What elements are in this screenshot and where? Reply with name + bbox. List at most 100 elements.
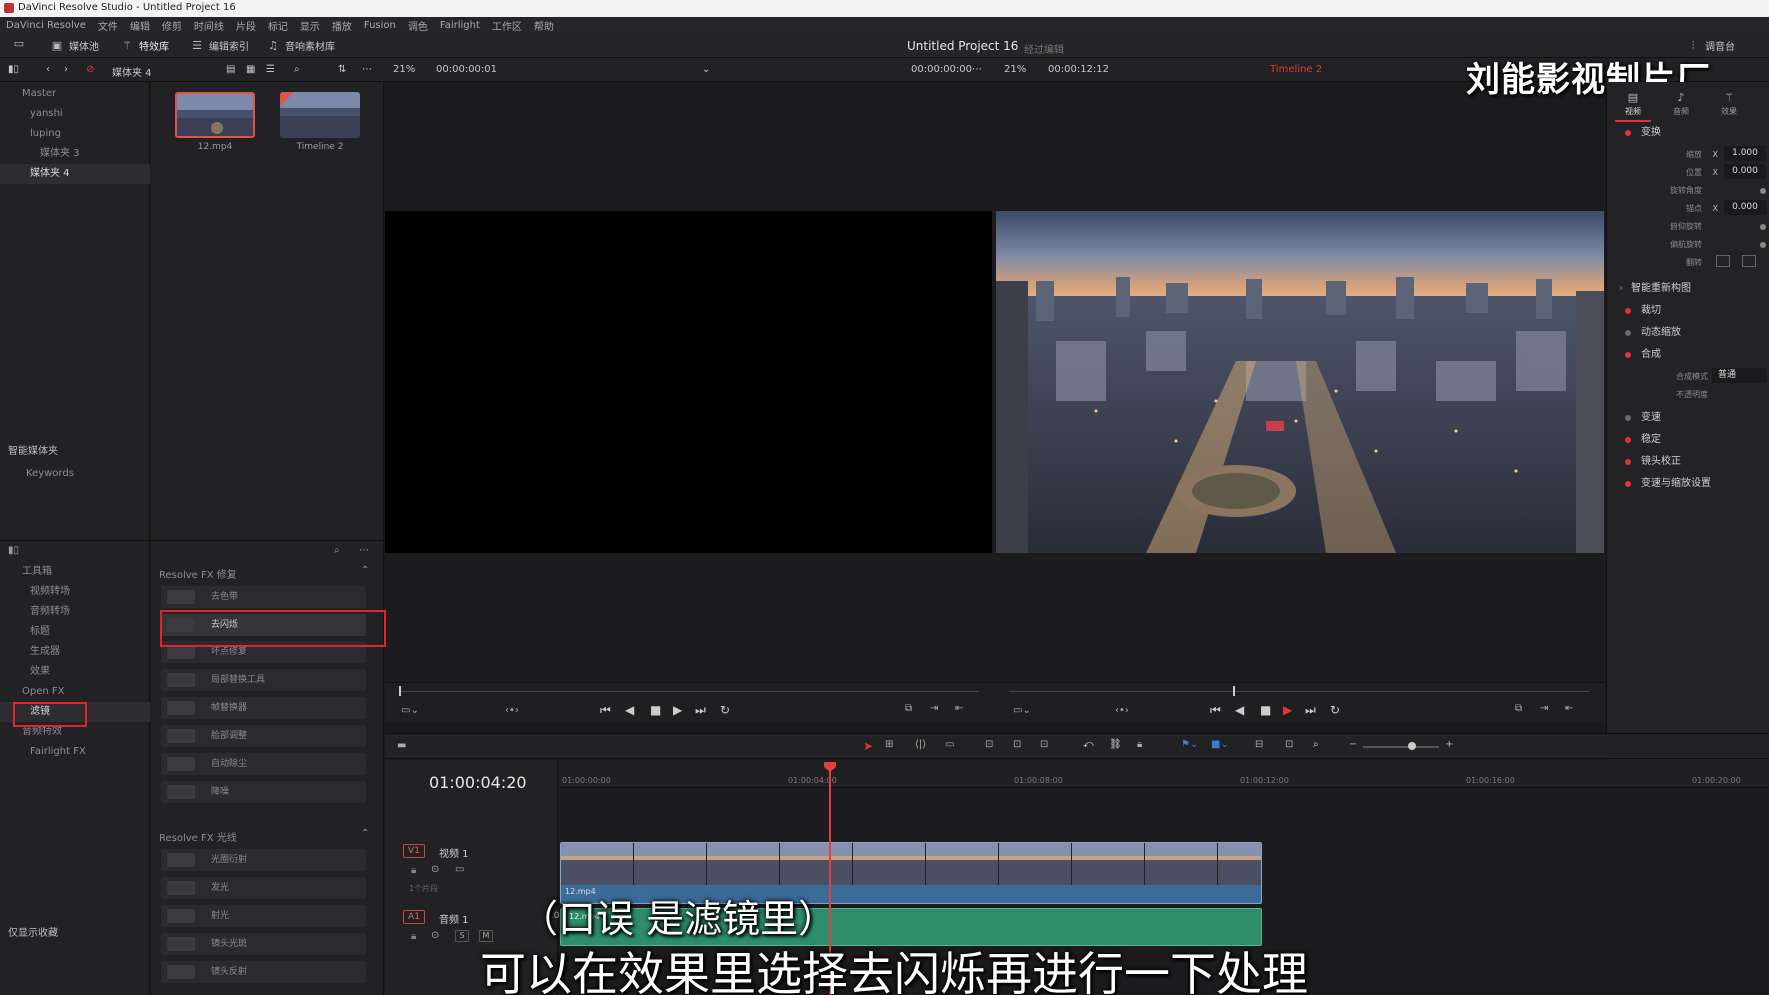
bin-item-luping[interactable]: luping — [0, 124, 150, 144]
play-icon[interactable]: ▶ — [673, 703, 682, 717]
menu-item[interactable]: 工作区 — [492, 18, 522, 33]
mixer-button[interactable]: ⫶ 调音台 — [1686, 38, 1735, 53]
fx-tree-toolbox[interactable]: 工具箱 — [0, 562, 150, 582]
selection-tool-icon[interactable]: ➤ — [863, 739, 873, 753]
overwrite-clip-icon[interactable]: ⊡ — [1013, 739, 1021, 750]
source-dropdown-chevron-icon[interactable]: ⌄ — [702, 64, 710, 75]
thumbnail-view-icon[interactable]: ▤ — [226, 64, 235, 75]
menu-item[interactable]: DaVinci Resolve — [6, 20, 86, 31]
fx-item[interactable]: 降噪 — [161, 781, 366, 803]
enable-dot-icon[interactable] — [1625, 481, 1631, 487]
fx-item[interactable]: 射光 — [161, 905, 366, 927]
auto-select-icon[interactable]: ⊙ — [431, 864, 439, 875]
track-lock-icon[interactable]: 🔒︎ — [411, 931, 416, 942]
layout-icon[interactable]: ▮▯ — [8, 64, 19, 75]
jog-icon[interactable]: ‹•› — [1115, 705, 1129, 716]
fx-tree-open-fx[interactable]: Open FX — [0, 682, 150, 702]
audio-track-tag[interactable]: A1 — [403, 910, 425, 924]
skip-to-start-icon[interactable]: ⏮ — [1210, 703, 1221, 718]
timeline-view-icon[interactable]: ▬ — [397, 740, 406, 751]
fx-item[interactable]: 自动除尘 — [161, 753, 366, 775]
lens-correction-section[interactable]: 镜头校正 — [1607, 451, 1769, 473]
zoom-full-icon[interactable]: ⊟ — [1255, 739, 1263, 750]
zoom-in-icon[interactable]: + — [1445, 739, 1453, 750]
mark-in-icon[interactable]: ⇤ — [1565, 703, 1573, 714]
retime-scaling-section[interactable]: 变速与缩放设置 — [1607, 473, 1769, 495]
zoom-x-input[interactable]: 1.000 — [1724, 146, 1766, 161]
enable-dot-icon[interactable] — [1625, 437, 1631, 443]
timeline-thumbnail[interactable] — [280, 92, 360, 138]
view-options-icon[interactable]: ▭⌄ — [401, 705, 419, 716]
play-reverse-icon[interactable]: ◀ — [625, 703, 634, 717]
match-frame-icon[interactable]: ⧉ — [1515, 703, 1522, 714]
collapse-chevron-icon[interactable]: ⌃ — [361, 828, 369, 839]
fx-item[interactable]: 光圈衍射 — [161, 849, 366, 871]
fx-tree-fairlight-fx[interactable]: Fairlight FX — [0, 742, 150, 762]
loop-icon[interactable]: ↻ — [1330, 703, 1340, 717]
enable-dot-icon[interactable] — [1625, 352, 1631, 358]
zoom-out-icon[interactable]: − — [1349, 739, 1357, 750]
play-reverse-icon[interactable]: ◀ — [1235, 703, 1244, 717]
fx-tree-titles[interactable]: 标题 — [0, 622, 150, 642]
match-frame-icon[interactable]: ⧉ — [905, 703, 912, 714]
anchor-x-input[interactable]: 0.000 — [1724, 200, 1766, 215]
skip-to-end-icon[interactable]: ⏭ — [1305, 703, 1316, 718]
enable-dot-icon[interactable] — [1625, 130, 1631, 136]
search-icon[interactable]: ⌕ — [334, 545, 340, 556]
menu-item[interactable]: 标记 — [268, 18, 288, 33]
speed-change-section[interactable]: 变速 — [1607, 407, 1769, 429]
mark-out-icon[interactable]: ⇥ — [1540, 703, 1548, 714]
effects-library-button[interactable]: ⚚ 特效库 — [120, 38, 169, 53]
enable-dot-icon[interactable] — [1625, 308, 1631, 314]
view-options-icon[interactable]: ▭⌄ — [1013, 705, 1031, 716]
panel-toggle-icon[interactable]: ▭ — [12, 38, 26, 50]
transform-section[interactable]: 变换 — [1607, 122, 1769, 144]
stop-icon[interactable]: ■ — [1260, 703, 1271, 717]
fx-item[interactable]: 去色带 — [161, 586, 366, 608]
track-enable-icon[interactable]: ▭ — [455, 864, 464, 875]
edit-index-button[interactable]: ☰ 编辑索引 — [190, 38, 249, 53]
stabilization-section[interactable]: 稳定 — [1607, 429, 1769, 451]
inspector-tab-video[interactable]: ▤ 视频 — [1615, 86, 1651, 122]
collapse-chevron-icon[interactable]: ⌃ — [361, 565, 369, 576]
grid-view-icon[interactable]: ▦ — [246, 64, 255, 75]
menu-item[interactable]: Fairlight — [440, 20, 480, 31]
menu-item[interactable]: 调色 — [408, 18, 428, 33]
program-scrubber-handle[interactable] — [1233, 686, 1235, 696]
program-zoom[interactable]: 21% — [1004, 64, 1026, 75]
menu-item[interactable]: 片段 — [236, 18, 256, 33]
disable-dot-icon[interactable] — [1625, 415, 1631, 421]
clip-thumbnail[interactable] — [175, 92, 255, 138]
menu-item[interactable]: 帮助 — [534, 18, 554, 33]
crop-section[interactable]: 裁切 — [1607, 300, 1769, 322]
menu-item[interactable]: 文件 — [98, 18, 118, 33]
composite-section[interactable]: 合成 — [1607, 344, 1769, 366]
source-scrubber[interactable] — [399, 691, 979, 692]
mark-in-icon[interactable]: ⇤ — [955, 703, 963, 714]
marker-icon[interactable]: ■⌄ — [1211, 739, 1229, 750]
smart-reframe-section[interactable]: › 智能重新构图 — [1607, 278, 1769, 300]
fx-item[interactable]: 局部替换工具 — [161, 669, 366, 691]
zoom-custom-icon[interactable]: ⌕ — [1313, 739, 1319, 750]
forward-arrow-icon[interactable]: › — [64, 64, 68, 75]
yaw-slider[interactable] — [1760, 242, 1766, 248]
loop-icon[interactable]: ↻ — [720, 703, 730, 717]
dynamic-zoom-section[interactable]: 动态缩放 — [1607, 322, 1769, 344]
back-arrow-icon[interactable]: ‹ — [46, 64, 50, 75]
fx-item[interactable]: 发光 — [161, 877, 366, 899]
favorites-only-toggle[interactable]: 仅显示收藏 — [0, 924, 150, 944]
composite-mode-select[interactable]: 普通 — [1712, 368, 1766, 383]
snapping-icon[interactable]: ⤺ — [1083, 739, 1094, 750]
flip-vertical-icon[interactable] — [1742, 255, 1756, 267]
track-lock-icon[interactable]: 🔒︎ — [411, 865, 416, 876]
inspector-tab-audio[interactable]: ♪ 音频 — [1663, 86, 1699, 122]
position-x-input[interactable]: 0.000 — [1724, 164, 1766, 179]
fx-item[interactable]: 脸部调整 — [161, 725, 366, 747]
disable-dot-icon[interactable] — [1625, 330, 1631, 336]
zoom-slider-handle[interactable] — [1408, 742, 1416, 750]
mark-out-icon[interactable]: ⇥ — [930, 703, 938, 714]
linked-selection-icon[interactable]: ⛓ — [1109, 739, 1122, 750]
fx-tree-audio-transitions[interactable]: 音频转场 — [0, 602, 150, 622]
bin-item-4[interactable]: 媒体夹 4 — [0, 164, 150, 184]
menu-item[interactable]: 播放 — [332, 18, 352, 33]
